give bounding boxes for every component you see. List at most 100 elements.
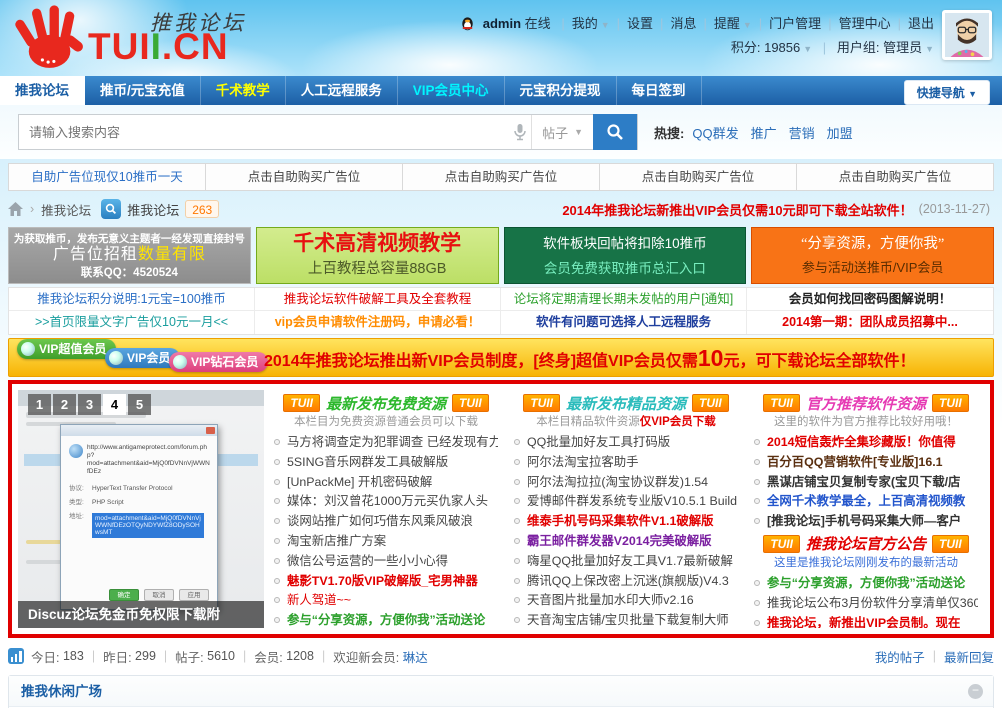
tuii-badge: TUII (932, 534, 969, 553)
nav-item-推我论坛[interactable]: 推我论坛 (0, 76, 85, 105)
new-member-link[interactable]: 琳达 (403, 647, 428, 666)
list-item[interactable]: 推我论坛公布3月份软件分享清单仅360 (754, 593, 978, 613)
vip-notice-link[interactable]: 2014年推我论坛新推出VIP会员仅需10元即可下载全站软件！ (562, 200, 912, 219)
hot-search-link[interactable]: 推广 (751, 126, 777, 141)
list-item[interactable]: 维泰手机号码采集软件V1.1破解版 (514, 511, 738, 531)
nav-item-人工远程服务[interactable]: 人工远程服务 (286, 76, 398, 105)
list-item[interactable]: 5SING音乐网群发工具破解版 (274, 452, 498, 472)
list-item[interactable]: 谈网站推广如何巧借东风乘风破浪 (274, 511, 498, 531)
latest-reply-link[interactable]: 最新回复 (944, 647, 994, 666)
breadcrumb-forum[interactable]: 推我论坛 (127, 200, 179, 219)
quick-link[interactable]: vip会员申请软件注册码，申请必看！ (255, 311, 501, 334)
points-value[interactable]: 19856 (764, 40, 800, 55)
site-logo[interactable]: 推我论坛 TUII.CN (14, 4, 288, 70)
lounge-title[interactable]: 推我休闲广场 (21, 684, 102, 699)
banner-video-course[interactable]: 千术高清视频教学 上百教程总容量88GB (255, 227, 499, 284)
list-item[interactable]: 参与“分享资源，方便你我”活动送论 (274, 610, 498, 628)
list-item[interactable]: 阿尔法淘拉拉(淘宝协议群发)1.54 (514, 472, 738, 492)
ad-strip: 自助广告位现仅10推币一天 点击自助购买广告位 点击自助购买广告位 点击自助购买广告位… (8, 163, 994, 191)
slider-caption[interactable]: Discuz论坛免金币免权限下载附 (18, 601, 264, 628)
list-item[interactable]: 微信公号运营的一些小小心得 (274, 551, 498, 571)
list-item[interactable]: [UnPackMe] 开机密码破解 (274, 472, 498, 492)
ad-slot[interactable]: 自助广告位现仅10推币一天 (9, 164, 206, 190)
ad-slot[interactable]: 点击自助购买广告位 (600, 164, 797, 190)
slider-tab-2[interactable]: 2 (53, 394, 76, 415)
slider-tab-4[interactable]: 4 (103, 394, 126, 415)
home-icon[interactable] (8, 202, 23, 216)
search-button[interactable] (593, 114, 637, 150)
list-item[interactable]: 推我论坛，新推出VIP会员制。现在 (754, 613, 978, 628)
list-item[interactable]: 嗨星QQ批量加好友工具V1.7最新破解 (514, 551, 738, 571)
search-input[interactable] (19, 124, 510, 140)
list-item[interactable]: QQ批量加好友工具打码版 (514, 432, 738, 452)
vip-badge[interactable]: VIP超值会员 (17, 339, 117, 359)
list-item[interactable]: 2014短信轰炸全集珍藏版！你值得 (754, 432, 978, 452)
vip-promo-strip[interactable]: VIP超值会员 VIP会员 VIP钻石会员 2014年推我论坛推出新VIP会员制… (8, 338, 994, 377)
nav-item-推币/元宝充值[interactable]: 推币/元宝充值 (85, 76, 201, 105)
quick-link[interactable]: 推我论坛软件破解工具及全套教程 (255, 288, 501, 311)
quick-link[interactable]: 论坛将定期清理长期未发帖的用户[通知] (501, 288, 747, 311)
list-item[interactable]: 全网千术教学最全，上百高清视频教 (754, 491, 978, 511)
user-menu-门户管理[interactable]: 门户管理 (769, 16, 821, 31)
quick-link[interactable]: 会员如何找回密码图解说明！ (747, 288, 993, 311)
user-menu-设置[interactable]: 设置 (627, 16, 653, 31)
quick-link[interactable]: >>首页限量文字广告仅10元一月<< (9, 311, 255, 334)
ad-slot[interactable]: 点击自助购买广告位 (797, 164, 993, 190)
list-item[interactable]: 魅影TV1.70版VIP破解版_宅男神器 (274, 571, 498, 591)
list-item[interactable]: 霸王邮件群发器V2014完美破解版 (514, 531, 738, 551)
nav-item-VIP会员中心[interactable]: VIP会员中心 (398, 76, 505, 105)
user-menu-消息[interactable]: 消息 (670, 16, 696, 31)
hot-search-link[interactable]: 加盟 (827, 126, 853, 141)
search-scope-select[interactable]: 帖子 ▼ (531, 115, 593, 149)
list-item[interactable]: 天音淘宝店铺/宝贝批量下载复制大师 (514, 610, 738, 628)
banner-coin-notice[interactable]: 软件板块回帖将扣除10推币 会员免费获取推币总汇入口 (503, 227, 747, 284)
nav-item-元宝积分提现[interactable]: 元宝积分提现 (505, 76, 617, 105)
forum-stats: 今日: 183 | 昨日: 299 | 帖子: 5610 | 会员: 1208 | 欢迎… (8, 643, 994, 669)
collapse-icon[interactable]: − (968, 684, 983, 699)
hot-search-link[interactable]: QQ群发 (692, 126, 738, 141)
quick-nav-button[interactable]: 快捷导航 ▼ (903, 80, 990, 105)
my-posts-link[interactable]: 我的帖子 (875, 647, 925, 666)
list-item[interactable]: 爱博邮件群发系统专业版V10.5.1 Build (514, 491, 738, 511)
list-item[interactable]: 参与“分享资源，方便你我”活动送论 (754, 573, 978, 593)
ad-slot[interactable]: 点击自助购买广告位 (206, 164, 403, 190)
quick-link[interactable]: 软件有问题可选择人工远程服务 (501, 311, 747, 334)
group-value[interactable]: 管理员 (883, 40, 922, 55)
vip-badge[interactable]: VIP钻石会员 (169, 352, 269, 372)
list-item[interactable]: 媒体：刘汉曾花1000万元买仇家人头 (274, 491, 498, 511)
user-menu-管理中心[interactable]: 管理中心 (839, 16, 891, 31)
nav-item-每日签到[interactable]: 每日签到 (617, 76, 702, 105)
stats-chart-icon (8, 648, 24, 664)
list-item[interactable]: 淘宝新店推广方案 (274, 531, 498, 551)
list-item[interactable]: 天音图片批量加水印大师v2.16 (514, 590, 738, 610)
page: 推我论坛 TUII.CN admin 在线 | 我的 ▼ | 设置 | 消息 | 提醒 ▼ | 门户管… (0, 0, 1002, 708)
list-item[interactable]: 百分百QQ营销软件[专业版]16.1 (754, 452, 978, 472)
user-menu-提醒[interactable]: 提醒 (714, 16, 740, 31)
user-menu-我的[interactable]: 我的 (572, 16, 598, 31)
nav-item-千术教学[interactable]: 千术教学 (201, 76, 286, 105)
slider-tab-1[interactable]: 1 (28, 394, 51, 415)
breadcrumb-home[interactable]: 推我论坛 (41, 200, 91, 219)
list-item[interactable]: 新人驾道~~ (274, 590, 498, 610)
mic-icon[interactable] (509, 123, 531, 141)
user-menu-退出[interactable]: 退出 (908, 16, 934, 31)
list-item[interactable]: 马方将调查定为犯罪调查 已经发现有力 (274, 432, 498, 452)
username[interactable]: admin (483, 16, 521, 31)
bullet-icon (754, 458, 760, 465)
ad-slot[interactable]: 点击自助购买广告位 (403, 164, 600, 190)
quick-link[interactable]: 推我论坛积分说明:1元宝=100推币 (9, 288, 255, 311)
list-item[interactable]: [推我论坛]手机号码采集大师—客户 (754, 511, 978, 531)
list-item[interactable]: 阿尔法淘宝拉客助手 (514, 452, 738, 472)
avatar[interactable] (942, 10, 992, 60)
image-slider[interactable]: http://www.antigameprotect.com/forum.php… (18, 390, 264, 628)
banner-ad-rent[interactable]: 为获取推币，发布无意义主题者一经发现直接封号 广告位招租数量有限 联系QQ：45… (8, 227, 251, 284)
list-item[interactable]: 黑谋店铺宝贝复制专家(宝贝下载/店 (754, 472, 978, 492)
forum-icon[interactable] (101, 199, 122, 219)
user-area: admin 在线 | 我的 ▼ | 设置 | 消息 | 提醒 ▼ | 门户管理 | 管理中心 | 退出 积分:… (460, 12, 934, 60)
hot-search-link[interactable]: 营销 (789, 126, 815, 141)
quick-link[interactable]: 2014第一期：团队成员招募中... (747, 311, 993, 334)
banner-share-activity[interactable]: “分享资源，方便你我” 参与活动送推币/VIP会员 (751, 227, 994, 284)
list-item[interactable]: 腾讯QQ上保改密上沉迷(旗舰版)V4.3 (514, 571, 738, 591)
slider-tab-5[interactable]: 5 (128, 394, 151, 415)
slider-tab-3[interactable]: 3 (78, 394, 101, 415)
